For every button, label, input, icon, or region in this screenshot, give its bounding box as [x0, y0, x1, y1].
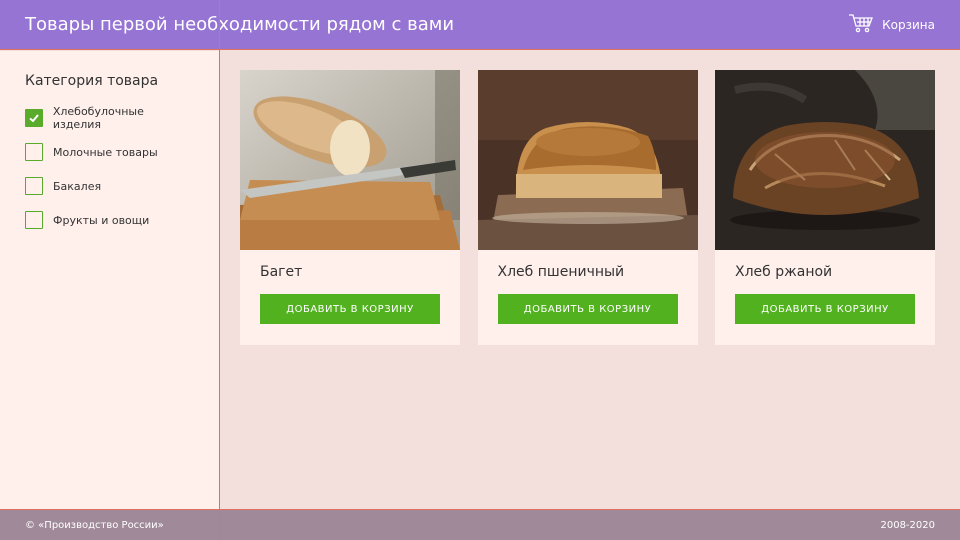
- category-item-bakery[interactable]: Хлебобулочные изделия: [25, 105, 194, 131]
- sidebar-divider: [219, 0, 220, 540]
- category-label: Бакалея: [53, 179, 102, 193]
- product-name: Багет: [260, 264, 303, 280]
- footer: © «Производство России» 2008-2020: [0, 509, 960, 540]
- site-title: Товары первой необходимости рядом с вами: [25, 14, 455, 35]
- category-item-dairy[interactable]: Молочные товары: [25, 143, 194, 161]
- add-to-cart-button[interactable]: ДОБАВИТЬ В КОРЗИНУ: [260, 294, 440, 324]
- checkmark-icon: [29, 114, 39, 123]
- product-card: Багет ДОБАВИТЬ В КОРЗИНУ: [240, 70, 460, 345]
- category-label: Хлебобулочные изделия: [52, 105, 144, 131]
- category-checkbox[interactable]: [25, 211, 43, 229]
- category-checkbox[interactable]: [25, 143, 43, 161]
- product-image-baguette[interactable]: [240, 70, 460, 250]
- product-name: Хлеб ржаной: [735, 264, 833, 280]
- header: Товары первой необходимости рядом с вами…: [0, 0, 960, 50]
- category-sidebar: Категория товара Хлебобулочные изделия М…: [0, 51, 220, 509]
- cart-icon: [848, 13, 874, 36]
- category-checkbox[interactable]: [25, 177, 43, 195]
- add-to-cart-button[interactable]: ДОБАВИТЬ В КОРЗИНУ: [735, 294, 915, 324]
- category-label: Молочные товары: [53, 145, 158, 159]
- product-name: Хлеб пшеничный: [497, 264, 625, 280]
- category-item-fruits-vegetables[interactable]: Фрукты и овощи: [25, 211, 194, 229]
- category-item-grocery[interactable]: Бакалея: [25, 177, 194, 195]
- product-card: Хлеб пшеничный ДОБАВИТЬ В КОРЗИНУ: [477, 70, 698, 345]
- product-card: Хлеб ржаной ДОБАВИТЬ В КОРЗИНУ: [715, 70, 935, 345]
- product-image-rye-bread[interactable]: [715, 70, 935, 250]
- cart-label: Корзина: [882, 17, 935, 32]
- category-label: Фрукты и овощи: [53, 213, 150, 227]
- sidebar-title: Категория товара: [25, 73, 159, 89]
- year-range: 2008-2020: [880, 519, 935, 531]
- product-grid: Багет ДОБАВИТЬ В КОРЗИНУ Хлеб пшеничный: [240, 70, 940, 345]
- category-checkbox[interactable]: [25, 109, 43, 127]
- copyright-text: © «Производство России»: [25, 519, 164, 531]
- cart-button[interactable]: Корзина: [848, 13, 935, 36]
- product-image-wheat-bread[interactable]: [477, 70, 698, 250]
- add-to-cart-button[interactable]: ДОБАВИТЬ В КОРЗИНУ: [497, 294, 678, 324]
